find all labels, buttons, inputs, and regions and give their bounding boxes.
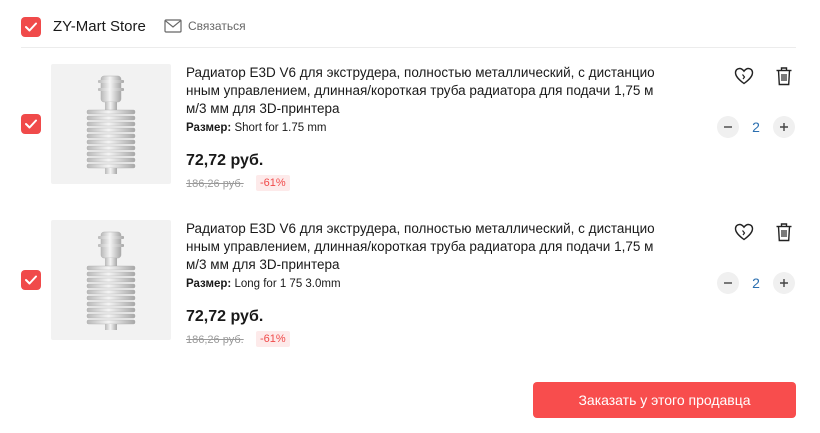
quantity-value[interactable]: 2 <box>746 275 766 291</box>
divider <box>21 47 796 48</box>
trash-icon <box>776 67 792 86</box>
size-value: Long for 1 75 3.0mm <box>231 278 341 290</box>
discount-badge: -61% <box>256 331 290 347</box>
item-checkbox[interactable] <box>21 270 41 290</box>
wishlist-button[interactable] <box>733 221 755 243</box>
store-checkbox[interactable] <box>21 17 41 37</box>
check-icon <box>25 22 37 32</box>
increase-quantity-button[interactable] <box>773 272 795 294</box>
quantity-value[interactable]: 2 <box>746 119 766 135</box>
heart-icon <box>734 223 754 241</box>
minus-icon <box>724 126 732 128</box>
heart-icon <box>734 67 754 85</box>
mail-icon <box>164 19 182 33</box>
product-title[interactable]: Радиатор E3D V6 для экструдера, полность… <box>186 64 656 118</box>
check-icon <box>25 275 37 285</box>
original-price: 186,26 руб. <box>186 334 244 346</box>
heatsink-image <box>86 231 136 330</box>
item-checkbox[interactable] <box>21 114 41 134</box>
trash-icon <box>776 223 792 242</box>
minus-icon <box>724 282 732 284</box>
plus-icon <box>780 279 788 287</box>
cart-item: Радиатор E3D V6 для экструдера, полность… <box>0 64 820 204</box>
cart-item: Радиатор E3D V6 для экструдера, полность… <box>0 220 820 360</box>
product-variant: Размер: Long for 1 75 3.0mm <box>186 278 341 290</box>
store-header: ZY-Mart Store Связаться <box>0 0 820 48</box>
delete-button[interactable] <box>773 65 795 87</box>
plus-icon <box>780 123 788 131</box>
store-name[interactable]: ZY-Mart Store <box>53 18 146 35</box>
order-from-seller-button[interactable]: Заказать у этого продавца <box>533 382 796 418</box>
decrease-quantity-button[interactable] <box>717 116 739 138</box>
delete-button[interactable] <box>773 221 795 243</box>
size-label: Размер: <box>186 278 232 290</box>
size-label: Размер: <box>186 122 232 134</box>
contact-seller-link[interactable]: Связаться <box>164 16 246 36</box>
current-price: 72,72 руб. <box>186 152 264 169</box>
contact-label: Связаться <box>188 19 246 33</box>
product-variant: Размер: Short for 1.75 mm <box>186 122 326 134</box>
decrease-quantity-button[interactable] <box>717 272 739 294</box>
wishlist-button[interactable] <box>733 65 755 87</box>
product-image[interactable] <box>51 220 171 340</box>
size-value: Short for 1.75 mm <box>231 122 327 134</box>
product-title[interactable]: Радиатор E3D V6 для экструдера, полность… <box>186 220 656 274</box>
discount-badge: -61% <box>256 175 290 191</box>
check-icon <box>25 119 37 129</box>
product-image[interactable] <box>51 64 171 184</box>
increase-quantity-button[interactable] <box>773 116 795 138</box>
current-price: 72,72 руб. <box>186 308 264 325</box>
original-price: 186,26 руб. <box>186 178 244 190</box>
heatsink-image <box>86 75 136 174</box>
